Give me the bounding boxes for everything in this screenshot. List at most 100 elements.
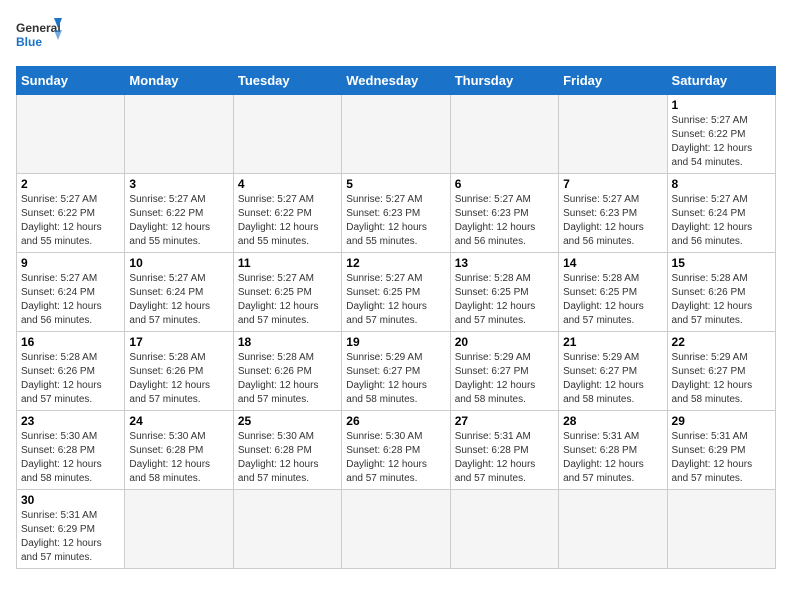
logo: General Blue: [16, 16, 66, 58]
day-sun-info: Sunrise: 5:27 AMSunset: 6:25 PMDaylight:…: [238, 272, 337, 328]
calendar-week-row: 1 Sunrise: 5:27 AMSunset: 6:22 PMDaylight…: [17, 95, 776, 174]
calendar-day-cell: 5 Sunrise: 5:27 AMSunset: 6:23 PMDaylight…: [342, 174, 450, 253]
calendar-day-cell: 28Sunrise: 5:31 AMSunset: 6:28 PMDayligh…: [559, 411, 667, 490]
calendar-day-cell: [17, 95, 125, 174]
day-sun-info: Sunrise: 5:27 AMSunset: 6:22 PMDaylight:…: [129, 193, 228, 249]
calendar-day-cell: 3 Sunrise: 5:27 AMSunset: 6:22 PMDaylight…: [125, 174, 233, 253]
day-number: 30: [21, 493, 120, 507]
day-sun-info: Sunrise: 5:28 AMSunset: 6:26 PMDaylight:…: [129, 351, 228, 407]
day-number: 14: [563, 256, 662, 270]
day-sun-info: Sunrise: 5:27 AMSunset: 6:25 PMDaylight:…: [346, 272, 445, 328]
day-number: 21: [563, 335, 662, 349]
day-number: 10: [129, 256, 228, 270]
calendar-day-cell: [342, 95, 450, 174]
calendar-day-cell: 27Sunrise: 5:31 AMSunset: 6:28 PMDayligh…: [450, 411, 558, 490]
calendar-day-cell: 16Sunrise: 5:28 AMSunset: 6:26 PMDayligh…: [17, 332, 125, 411]
day-sun-info: Sunrise: 5:27 AMSunset: 6:23 PMDaylight:…: [346, 193, 445, 249]
calendar-day-cell: 15 Sunrise: 5:28 AMSunset: 6:26 PMDayligh…: [667, 253, 775, 332]
header-tuesday: Tuesday: [233, 67, 341, 95]
calendar-day-cell: 25 Sunrise: 5:30 AMSunset: 6:28 PMDayligh…: [233, 411, 341, 490]
calendar-day-cell: [450, 490, 558, 569]
day-number: 11: [238, 256, 337, 270]
calendar-day-cell: 2 Sunrise: 5:27 AMSunset: 6:22 PMDaylight…: [17, 174, 125, 253]
day-sun-info: Sunrise: 5:28 AMSunset: 6:26 PMDaylight:…: [672, 272, 771, 328]
calendar-day-cell: [342, 490, 450, 569]
day-number: 6: [455, 177, 554, 191]
calendar-day-cell: 21 Sunrise: 5:29 AMSunset: 6:27 PMDayligh…: [559, 332, 667, 411]
day-sun-info: Sunrise: 5:27 AMSunset: 6:24 PMDaylight:…: [21, 272, 120, 328]
day-number: 26: [346, 414, 445, 428]
day-sun-info: Sunrise: 5:29 AMSunset: 6:27 PMDaylight:…: [563, 351, 662, 407]
day-sun-info: Sunrise: 5:31 AMSunset: 6:28 PMDaylight:…: [455, 430, 554, 486]
day-number: 1: [672, 98, 771, 112]
day-number: 24: [129, 414, 228, 428]
calendar-day-cell: 26 Sunrise: 5:30 AMSunset: 6:28 PMDayligh…: [342, 411, 450, 490]
day-sun-info: Sunrise: 5:27 AMSunset: 6:24 PMDaylight:…: [672, 193, 771, 249]
day-sun-info: Sunrise: 5:27 AMSunset: 6:23 PMDaylight:…: [563, 193, 662, 249]
header: General Blue: [16, 16, 776, 58]
day-sun-info: Sunrise: 5:28 AMSunset: 6:25 PMDaylight:…: [455, 272, 554, 328]
calendar-day-cell: 22 Sunrise: 5:29 AMSunset: 6:27 PMDayligh…: [667, 332, 775, 411]
day-sun-info: Sunrise: 5:31 AMSunset: 6:29 PMDaylight:…: [672, 430, 771, 486]
calendar-day-cell: [559, 95, 667, 174]
day-sun-info: Sunrise: 5:29 AMSunset: 6:27 PMDaylight:…: [346, 351, 445, 407]
calendar-day-cell: 29 Sunrise: 5:31 AMSunset: 6:29 PMDayligh…: [667, 411, 775, 490]
calendar-day-cell: 13 Sunrise: 5:28 AMSunset: 6:25 PMDayligh…: [450, 253, 558, 332]
calendar-day-cell: 17 Sunrise: 5:28 AMSunset: 6:26 PMDayligh…: [125, 332, 233, 411]
calendar-day-cell: [450, 95, 558, 174]
day-number: 23: [21, 414, 120, 428]
calendar-day-cell: 4Sunrise: 5:27 AMSunset: 6:22 PMDaylight…: [233, 174, 341, 253]
header-wednesday: Wednesday: [342, 67, 450, 95]
day-number: 8: [672, 177, 771, 191]
calendar-day-cell: 8 Sunrise: 5:27 AMSunset: 6:24 PMDaylight…: [667, 174, 775, 253]
day-number: 25: [238, 414, 337, 428]
header-monday: Monday: [125, 67, 233, 95]
day-number: 15: [672, 256, 771, 270]
header-saturday: Saturday: [667, 67, 775, 95]
calendar-day-cell: 14Sunrise: 5:28 AMSunset: 6:25 PMDayligh…: [559, 253, 667, 332]
calendar-table: SundayMondayTuesdayWednesdayThursdayFrid…: [16, 66, 776, 569]
calendar-day-cell: 9Sunrise: 5:27 AMSunset: 6:24 PMDaylight…: [17, 253, 125, 332]
calendar-day-cell: 30 Sunrise: 5:31 AMSunset: 6:29 PMDayligh…: [17, 490, 125, 569]
calendar-day-cell: [125, 95, 233, 174]
calendar-week-row: 2 Sunrise: 5:27 AMSunset: 6:22 PMDaylight…: [17, 174, 776, 253]
day-sun-info: Sunrise: 5:29 AMSunset: 6:27 PMDaylight:…: [455, 351, 554, 407]
day-sun-info: Sunrise: 5:30 AMSunset: 6:28 PMDaylight:…: [238, 430, 337, 486]
calendar-day-cell: 23 Sunrise: 5:30 AMSunset: 6:28 PMDayligh…: [17, 411, 125, 490]
calendar-day-cell: 11 Sunrise: 5:27 AMSunset: 6:25 PMDayligh…: [233, 253, 341, 332]
day-number: 29: [672, 414, 771, 428]
calendar-day-cell: [667, 490, 775, 569]
day-number: 13: [455, 256, 554, 270]
calendar-day-cell: [559, 490, 667, 569]
day-number: 5: [346, 177, 445, 191]
day-number: 17: [129, 335, 228, 349]
calendar-day-cell: 6Sunrise: 5:27 AMSunset: 6:23 PMDaylight…: [450, 174, 558, 253]
day-number: 4: [238, 177, 337, 191]
calendar-day-cell: 24 Sunrise: 5:30 AMSunset: 6:28 PMDayligh…: [125, 411, 233, 490]
calendar-week-row: 23 Sunrise: 5:30 AMSunset: 6:28 PMDayligh…: [17, 411, 776, 490]
header-friday: Friday: [559, 67, 667, 95]
calendar-day-cell: [233, 95, 341, 174]
day-sun-info: Sunrise: 5:27 AMSunset: 6:22 PMDaylight:…: [672, 114, 771, 170]
day-number: 18: [238, 335, 337, 349]
calendar-day-cell: [233, 490, 341, 569]
day-sun-info: Sunrise: 5:29 AMSunset: 6:27 PMDaylight:…: [672, 351, 771, 407]
svg-text:General: General: [16, 21, 61, 35]
day-number: 2: [21, 177, 120, 191]
calendar-day-cell: 20Sunrise: 5:29 AMSunset: 6:27 PMDayligh…: [450, 332, 558, 411]
day-sun-info: Sunrise: 5:27 AMSunset: 6:24 PMDaylight:…: [129, 272, 228, 328]
day-sun-info: Sunrise: 5:30 AMSunset: 6:28 PMDaylight:…: [129, 430, 228, 486]
generalblue-logo-icon: General Blue: [16, 16, 66, 58]
day-sun-info: Sunrise: 5:30 AMSunset: 6:28 PMDaylight:…: [346, 430, 445, 486]
calendar-week-row: 16Sunrise: 5:28 AMSunset: 6:26 PMDayligh…: [17, 332, 776, 411]
day-sun-info: Sunrise: 5:27 AMSunset: 6:22 PMDaylight:…: [21, 193, 120, 249]
day-number: 19: [346, 335, 445, 349]
day-number: 22: [672, 335, 771, 349]
day-number: 7: [563, 177, 662, 191]
day-sun-info: Sunrise: 5:28 AMSunset: 6:26 PMDaylight:…: [21, 351, 120, 407]
day-sun-info: Sunrise: 5:31 AMSunset: 6:29 PMDaylight:…: [21, 509, 120, 565]
header-thursday: Thursday: [450, 67, 558, 95]
day-sun-info: Sunrise: 5:30 AMSunset: 6:28 PMDaylight:…: [21, 430, 120, 486]
calendar-header-row: SundayMondayTuesdayWednesdayThursdayFrid…: [17, 67, 776, 95]
day-number: 3: [129, 177, 228, 191]
